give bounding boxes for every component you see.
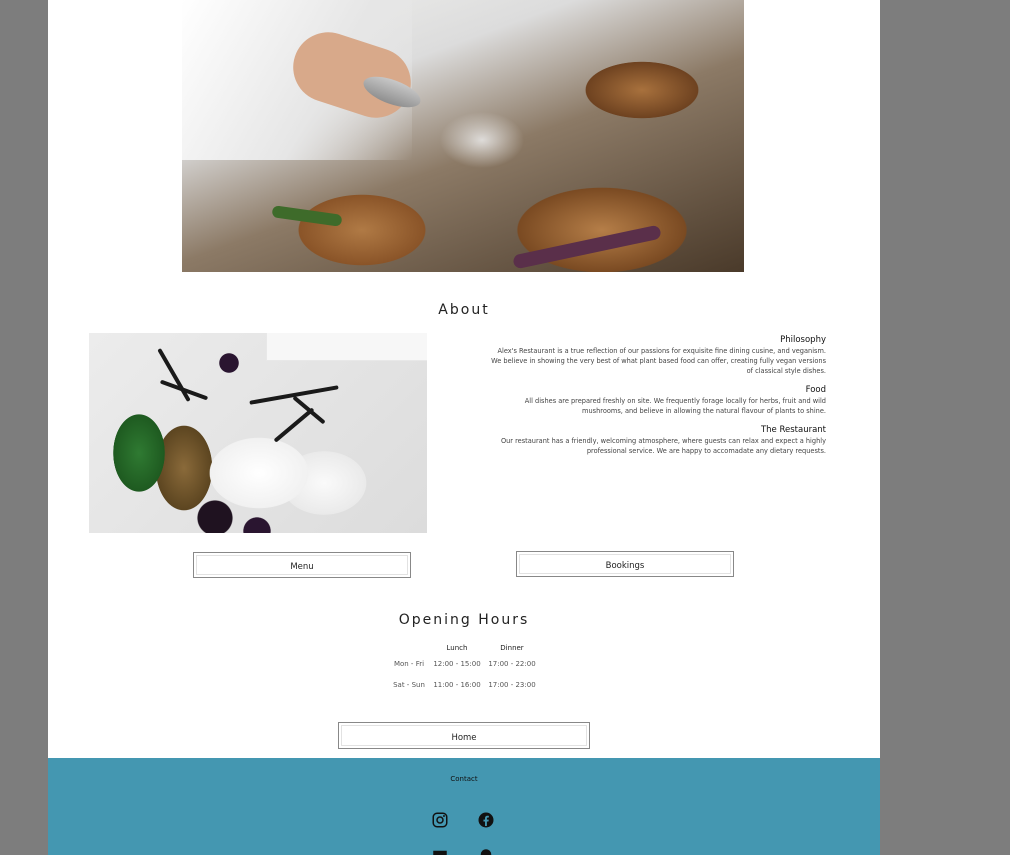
- herb: [271, 205, 343, 227]
- row-lunch: 12:00 - 15:00: [433, 660, 481, 668]
- contact-link[interactable]: Contact: [48, 775, 880, 783]
- instagram-icon[interactable]: [431, 811, 449, 829]
- branch: [157, 348, 191, 402]
- about-text-restaurant: Our restaurant has a friendly, welcoming…: [500, 437, 826, 455]
- about-image: [89, 333, 427, 533]
- about-text: Philosophy Alex's Restaurant is a true r…: [488, 334, 826, 464]
- hero-image: [182, 0, 744, 272]
- column-header-lunch: Lunch: [446, 644, 468, 652]
- about-heading-restaurant: The Restaurant: [760, 425, 826, 435]
- row-dinner: 17:00 - 22:00: [488, 660, 536, 668]
- branch: [273, 407, 315, 443]
- page: About Philosophy Alex's Restaurant is a …: [48, 0, 880, 855]
- about-text-philosophy: Alex's Restaurant is a true reflection o…: [491, 347, 826, 375]
- footer: Contact: [48, 758, 880, 855]
- row-lunch: 11:00 - 16:00: [433, 681, 481, 689]
- home-button[interactable]: Home: [338, 722, 590, 749]
- branch: [249, 385, 339, 405]
- bookings-button[interactable]: Bookings: [516, 551, 734, 577]
- row-days: Sat - Sun: [393, 681, 425, 689]
- facebook-icon[interactable]: [477, 811, 495, 829]
- column-header-dinner: Dinner: [500, 644, 524, 652]
- about-title: About: [438, 302, 490, 318]
- row-dinner: 17:00 - 23:00: [488, 681, 536, 689]
- email-icon[interactable]: [431, 847, 449, 855]
- about-text-food: All dishes are prepared freshly on site.…: [524, 397, 826, 415]
- carrot: [512, 224, 662, 270]
- menu-button[interactable]: Menu: [193, 552, 411, 578]
- about-heading-philosophy: Philosophy: [780, 335, 826, 345]
- image-frame: [266, 333, 427, 361]
- row-days: Mon - Fri: [393, 660, 425, 668]
- location-icon[interactable]: [477, 847, 495, 855]
- about-heading-food: Food: [805, 385, 826, 395]
- opening-hours-title: Opening Hours: [398, 612, 530, 628]
